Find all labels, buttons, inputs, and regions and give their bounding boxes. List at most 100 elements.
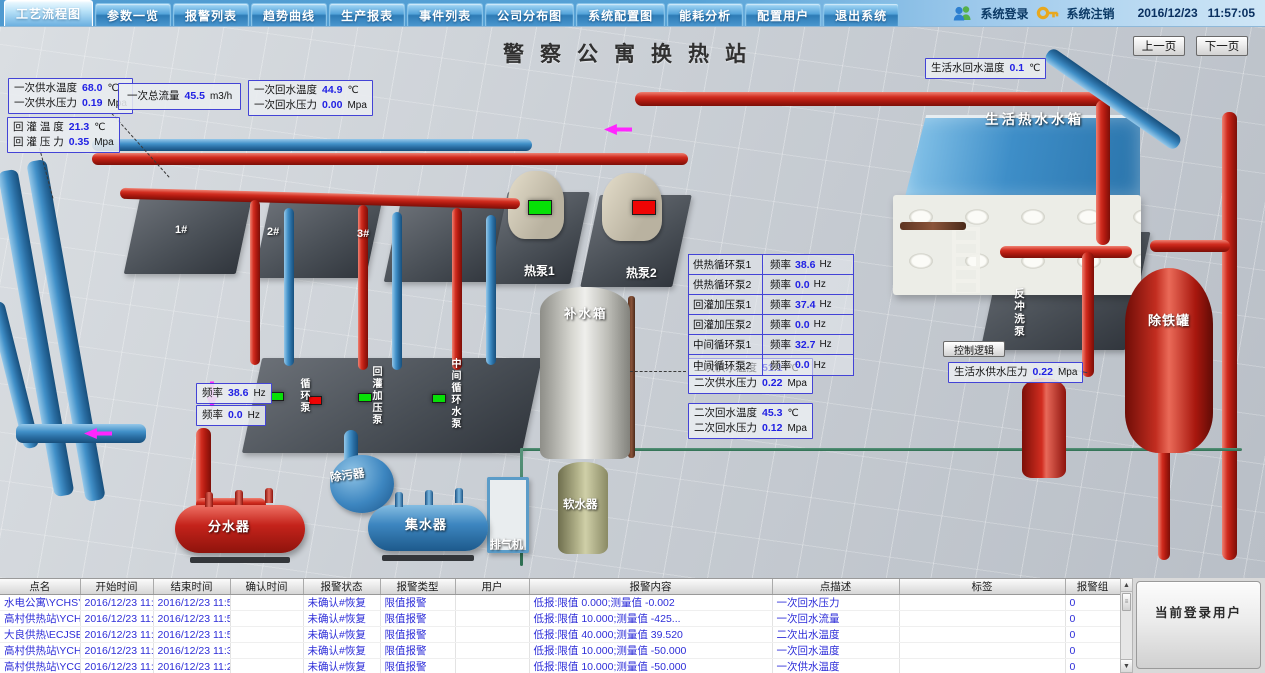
nav-tab-9[interactable]: 能耗分析 bbox=[667, 3, 743, 26]
info-value: 45.3 bbox=[762, 406, 782, 420]
control-logic-button[interactable]: 控制逻辑 bbox=[943, 341, 1005, 357]
pipe-segment bbox=[486, 215, 496, 365]
scroll-thumb[interactable]: ≡ bbox=[1122, 593, 1131, 611]
nav-tab-4[interactable]: 趋势曲线 bbox=[251, 3, 327, 26]
alarm-row[interactable]: 高村供热站\YCGSWD2016/12/23 11:24:2...2016/12… bbox=[0, 659, 1120, 673]
manifold-stub bbox=[395, 492, 403, 507]
nav-tab-5[interactable]: 生产报表 bbox=[329, 3, 405, 26]
alarm-row[interactable]: 大良供热\ECJSED2016/12/23 11:55:4...2016/12/… bbox=[0, 627, 1120, 643]
nav-tab-6[interactable]: 事件列表 bbox=[407, 3, 483, 26]
nav-tab-1[interactable]: 工艺流程图 bbox=[4, 0, 93, 26]
alarm-column-header[interactable]: 标签 bbox=[899, 579, 1065, 595]
alarm-cell: 0 bbox=[1065, 611, 1120, 627]
alarm-cell bbox=[455, 595, 529, 611]
info-value: 44.9 bbox=[322, 83, 342, 97]
info-value: 0.00 bbox=[322, 98, 342, 112]
info-unit: ℃ bbox=[787, 407, 798, 421]
life-return-temp-box: 生活水回水温度0.1℃ bbox=[925, 58, 1046, 79]
alarm-column-header[interactable]: 报警组 bbox=[1065, 579, 1120, 595]
pipe-segment bbox=[900, 222, 966, 230]
pump-freq-part: 38.6 bbox=[795, 259, 815, 271]
info-label: 一次回水压力 bbox=[254, 98, 317, 112]
next-page-button[interactable]: 下一页 bbox=[1196, 36, 1248, 56]
pump-freq-row: 回灌加压泵2频率0.0Hz bbox=[689, 315, 853, 335]
info-unit: ℃ bbox=[1029, 62, 1040, 76]
alarm-column-header[interactable]: 报警内容 bbox=[529, 579, 772, 595]
nav-tab-7[interactable]: 公司分布图 bbox=[485, 3, 574, 26]
info-value: 0.0 bbox=[228, 408, 243, 422]
alarm-column-header[interactable]: 确认时间 bbox=[230, 579, 303, 595]
info-label: 二次供水压力 bbox=[694, 376, 757, 390]
logout-button[interactable]: 系统注销 bbox=[1067, 5, 1115, 22]
alarm-column-header[interactable]: 结束时间 bbox=[153, 579, 230, 595]
info-label: 二次回水压力 bbox=[694, 421, 757, 435]
nav-tab-8[interactable]: 系统配置图 bbox=[576, 3, 665, 26]
mid-circ-pump-label: 中间循环水泵 bbox=[447, 358, 462, 430]
info-value: 21.3 bbox=[69, 120, 89, 134]
heat-pump-1-label: 热泵1 bbox=[524, 262, 555, 279]
pump-freq-row: 回灌加压泵1频率37.4Hz bbox=[689, 295, 853, 315]
freq-box-2: 频率0.0Hz bbox=[196, 405, 266, 426]
pump-freq-part: 32.7 bbox=[795, 339, 815, 351]
info-unit: Hz bbox=[253, 387, 265, 401]
alarm-column-header[interactable]: 报警状态 bbox=[303, 579, 380, 595]
scroll-up-button[interactable]: ▲ bbox=[1121, 579, 1132, 592]
alarm-row[interactable]: 高村供热站\YCHSLL2016/12/23 11:56:1...2016/12… bbox=[0, 611, 1120, 627]
alarm-column-header[interactable]: 点名 bbox=[0, 579, 80, 595]
alarm-cell bbox=[899, 643, 1065, 659]
secondary-return-box: 二次回水温度45.3℃二次回水压力0.12Mpa bbox=[688, 403, 813, 439]
pump-row-plate bbox=[242, 358, 542, 453]
alarm-row[interactable]: 高村供热站\YCHSWD2016/12/23 11:35:4...2016/12… bbox=[0, 643, 1120, 659]
nav-tab-3[interactable]: 报警列表 bbox=[173, 3, 249, 26]
pump-freq-part: 0.0 bbox=[795, 359, 810, 371]
pipe-segment bbox=[1082, 252, 1094, 377]
info-value: 0.1 bbox=[1010, 61, 1025, 75]
freq-box-1: 频率38.6Hz bbox=[196, 383, 272, 404]
info-unit: Mpa bbox=[347, 99, 366, 113]
pump-status-led bbox=[432, 394, 446, 403]
pump-frequency: 频率38.6Hz bbox=[763, 255, 853, 274]
alarm-table-scrollbar[interactable]: ▲ ≡ ▼ bbox=[1120, 578, 1133, 673]
nav-tab-11[interactable]: 退出系统 bbox=[823, 3, 899, 26]
info-unit: Mpa bbox=[787, 422, 806, 436]
alarm-cell bbox=[899, 627, 1065, 643]
alarm-column-header[interactable]: 开始时间 bbox=[80, 579, 153, 595]
date-label: 2016/12/23 bbox=[1138, 6, 1198, 20]
circ-pump-label: 循环泵 bbox=[296, 378, 311, 414]
pump-freq-part: 频率 bbox=[770, 358, 791, 373]
alarm-column-header[interactable]: 报警类型 bbox=[380, 579, 455, 595]
exchanger-2-label: 2# bbox=[267, 226, 279, 238]
nav-right: 系统登录 系统注销 2016/12/23 11:57:05 bbox=[952, 0, 1265, 26]
alarm-row[interactable]: 水电公寓\YCHSYL2016/12/23 11:56:4...2016/12/… bbox=[0, 595, 1120, 611]
alarm-cell: 2016/12/23 11:56:3... bbox=[153, 611, 230, 627]
login-button[interactable]: 系统登录 bbox=[981, 5, 1029, 22]
exchanger-1-label: 1# bbox=[175, 224, 187, 236]
info-unit: m3/h bbox=[210, 90, 232, 104]
exhaust-label: 排气机 bbox=[490, 536, 523, 552]
pump-freq-part: 37.4 bbox=[795, 299, 815, 311]
process-diagram: 警察公寓换热站 上一页 下一页 bbox=[0, 27, 1265, 578]
prev-page-button[interactable]: 上一页 bbox=[1133, 36, 1185, 56]
alarm-column-header[interactable]: 点描述 bbox=[772, 579, 899, 595]
info-unit: ℃ bbox=[107, 82, 118, 96]
alarm-cell bbox=[899, 595, 1065, 611]
pump-freq-part: 0.0 bbox=[795, 279, 810, 291]
alarm-table-body: 水电公寓\YCHSYL2016/12/23 11:56:4...2016/12/… bbox=[0, 595, 1120, 673]
pump-freq-part: Hz bbox=[819, 259, 831, 270]
heat-pump-2-status-led bbox=[632, 200, 656, 215]
info-label: 回 灌 温 度 bbox=[13, 120, 64, 134]
scroll-down-button[interactable]: ▼ bbox=[1121, 659, 1132, 672]
info-unit: Mpa bbox=[1058, 366, 1077, 380]
life-supply-pressure-box: 生活水供水压力0.22Mpa bbox=[948, 362, 1083, 383]
alarm-cell: 一次回水压力 bbox=[772, 595, 899, 611]
heat-pump-2-label: 热泵2 bbox=[626, 264, 657, 281]
nav-tab-10[interactable]: 配置用户 bbox=[745, 3, 821, 26]
alarm-column-header[interactable]: 用户 bbox=[455, 579, 529, 595]
exchanger-3-label: 3# bbox=[357, 228, 369, 240]
alarm-cell: 高村供热站\YCHSWD bbox=[0, 643, 80, 659]
pump-freq-row: 供热循环泵2频率0.0Hz bbox=[689, 275, 853, 295]
alarm-panel: 点名开始时间结束时间确认时间报警状态报警类型用户报警内容点描述标签报警组 水电公… bbox=[0, 578, 1265, 673]
nav-tab-2[interactable]: 参数一览 bbox=[95, 3, 171, 26]
pump-freq-part: Hz bbox=[814, 279, 826, 290]
alarm-cell bbox=[230, 659, 303, 673]
